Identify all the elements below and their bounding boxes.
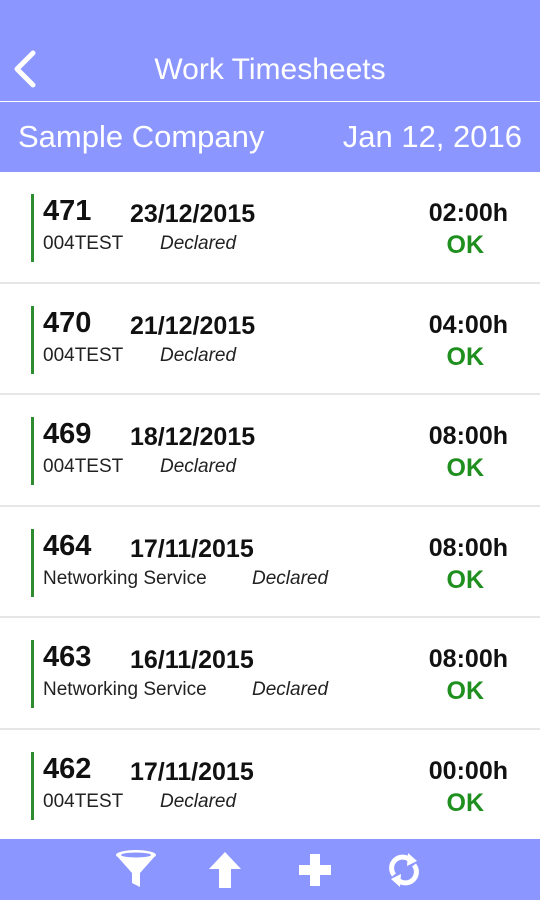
row-accent-bar <box>31 194 34 262</box>
filter-icon <box>116 850 156 887</box>
timesheet-result: OK <box>446 454 485 482</box>
timesheet-client: 004TEST <box>43 790 124 812</box>
timesheet-row[interactable]: 469 18/12/2015 004TEST Declared 08:00h O… <box>0 395 540 507</box>
timesheet-number: 469 <box>43 418 92 450</box>
timesheet-date: 21/12/2015 <box>130 311 256 340</box>
timesheet-date: 17/11/2015 <box>130 757 254 786</box>
timesheet-client: 004TEST <box>43 344 124 366</box>
timesheet-date: 16/11/2015 <box>130 646 254 674</box>
refresh-icon <box>389 853 419 887</box>
timesheet-number: 470 <box>43 306 92 339</box>
timesheet-hours: 08:00h <box>428 645 508 673</box>
timesheet-number: 463 <box>43 641 92 673</box>
timesheet-row[interactable]: 470 21/12/2015 004TEST Declared 04:00h O… <box>0 284 540 395</box>
timesheet-hours: 04:00h <box>428 310 508 339</box>
row-accent-bar <box>31 305 34 374</box>
timesheet-status: Declared <box>252 567 329 589</box>
timesheet-date: 17/11/2015 <box>130 534 254 563</box>
timesheet-hours: 08:00h <box>428 422 508 450</box>
current-date: Jan 12, 2016 <box>342 119 522 154</box>
timesheet-client: 004TEST <box>43 456 124 477</box>
timesheet-result: OK <box>446 677 485 705</box>
timesheet-status: Declared <box>252 679 329 700</box>
filter-button[interactable] <box>113 847 159 893</box>
timesheet-hours: 02:00h <box>428 199 508 227</box>
timesheet-hours: 08:00h <box>428 533 508 562</box>
timesheet-status: Declared <box>160 790 237 812</box>
arrow-up-icon <box>209 852 241 888</box>
timesheet-row[interactable]: 462 17/11/2015 004TEST Declared 00:00h O… <box>0 730 540 840</box>
upload-button[interactable] <box>202 847 248 893</box>
add-button[interactable] <box>292 847 338 893</box>
timesheet-result: OK <box>446 788 485 817</box>
timesheet-number: 462 <box>43 752 92 785</box>
timesheet-result: OK <box>446 565 485 594</box>
header-bar: Work Timesheets <box>0 0 540 101</box>
plus-icon <box>299 854 331 886</box>
timesheet-row[interactable]: 464 17/11/2015 Networking Service Declar… <box>0 507 540 618</box>
timesheet-client: Networking Service <box>43 679 207 700</box>
timesheet-status: Declared <box>160 344 237 366</box>
timesheet-number: 464 <box>43 529 92 562</box>
timesheet-date: 23/12/2015 <box>130 200 256 228</box>
timesheet-row[interactable]: 471 23/12/2015 004TEST Declared 02:00h O… <box>0 172 540 284</box>
timesheet-status: Declared <box>160 456 237 477</box>
company-name: Sample Company <box>18 119 265 154</box>
page-title: Work Timesheets <box>154 53 386 86</box>
company-header: Sample Company Jan 12, 2016 <box>0 102 540 172</box>
row-accent-bar <box>31 528 34 597</box>
timesheet-client: Networking Service <box>43 567 207 589</box>
timesheet-date: 18/12/2015 <box>130 423 256 451</box>
timesheet-hours: 00:00h <box>428 756 508 785</box>
bottom-toolbar <box>0 839 540 900</box>
refresh-button[interactable] <box>381 847 427 893</box>
row-accent-bar <box>31 417 34 485</box>
timesheet-row[interactable]: 463 16/11/2015 Networking Service Declar… <box>0 618 540 730</box>
timesheet-list[interactable]: 471 23/12/2015 004TEST Declared 02:00h O… <box>0 172 540 840</box>
timesheet-number: 471 <box>43 195 92 227</box>
row-accent-bar <box>31 751 34 820</box>
timesheet-client: 004TEST <box>43 233 124 254</box>
timesheet-status: Declared <box>160 233 237 254</box>
timesheet-result: OK <box>446 231 485 259</box>
timesheet-result: OK <box>446 342 485 371</box>
row-accent-bar <box>31 640 34 708</box>
